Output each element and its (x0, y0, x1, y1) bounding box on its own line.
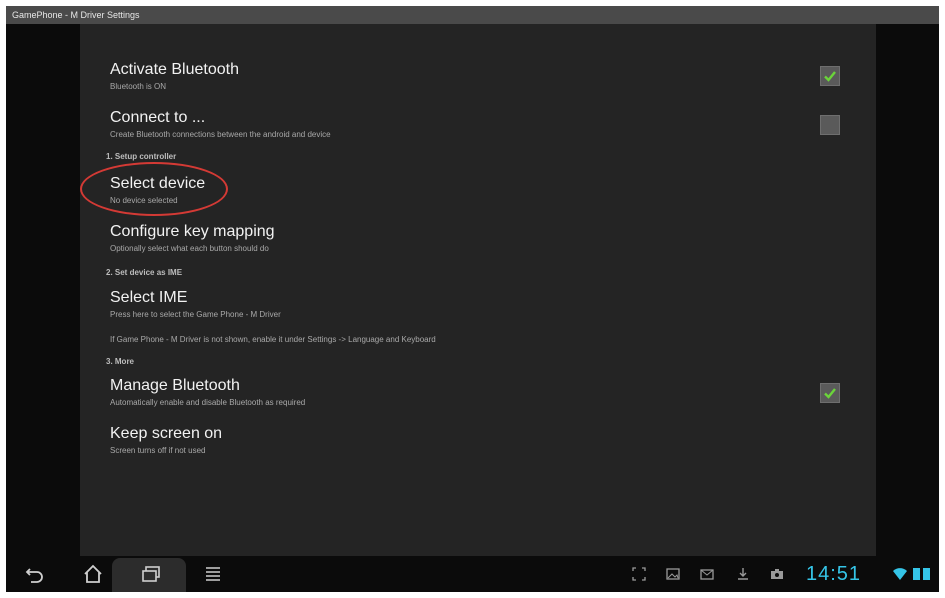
connect-to-checkbox[interactable] (820, 115, 840, 135)
menu-icon (206, 567, 220, 581)
camera-icon[interactable] (770, 567, 784, 581)
section-header-more: 3. More (106, 357, 135, 366)
manage-bluetooth-summary: Automatically enable and disable Bluetoo… (110, 398, 306, 407)
connect-to-title: Connect to ... (110, 109, 206, 126)
configure-key-mapping-summary: Optionally select what each button shoul… (110, 244, 269, 253)
select-ime-item[interactable]: Select IME Press here to select the Game… (110, 288, 810, 320)
activate-bluetooth-item[interactable]: Activate Bluetooth Bluetooth is ON (110, 60, 810, 92)
gallery-icon[interactable] (666, 567, 680, 581)
screenshot-icon[interactable] (632, 567, 646, 581)
ime-note: If Game Phone - M Driver is not shown, e… (110, 335, 436, 344)
activate-bluetooth-summary: Bluetooth is ON (110, 82, 167, 91)
activate-bluetooth-title: Activate Bluetooth (110, 61, 239, 78)
connect-to-item[interactable]: Connect to ... Create Bluetooth connecti… (110, 108, 810, 140)
back-icon (25, 568, 43, 583)
home-icon (84, 564, 102, 583)
section-header-ime: 2. Set device as IME (106, 268, 183, 277)
checkmark-icon (824, 388, 836, 399)
configure-key-mapping-item[interactable]: Configure key mapping Optionally select … (110, 222, 810, 254)
configure-key-mapping-title: Configure key mapping (110, 223, 275, 240)
email-icon[interactable] (700, 567, 714, 581)
red-highlight-circle (80, 162, 228, 216)
device-screen: GamePhone - M Driver Settings Activate B… (6, 6, 939, 592)
section-header-setup: 1. Setup controller (106, 152, 177, 161)
select-ime-summary: Press here to select the Game Phone - M … (110, 310, 281, 319)
download-icon[interactable] (736, 567, 750, 581)
menu-button[interactable] (202, 563, 224, 585)
select-ime-title: Select IME (110, 289, 188, 306)
manage-bluetooth-checkbox[interactable] (820, 383, 840, 403)
window-title: GamePhone - M Driver Settings (6, 6, 939, 24)
checkmark-icon (824, 71, 836, 82)
battery-icon[interactable] (912, 566, 934, 582)
manage-bluetooth-item[interactable]: Manage Bluetooth Automatically enable an… (110, 376, 810, 408)
connect-to-summary: Create Bluetooth connections between the… (110, 130, 331, 139)
recent-apps-icon (142, 566, 160, 582)
recent-apps-button[interactable] (140, 563, 162, 585)
home-button[interactable] (82, 563, 104, 585)
settings-panel: Activate Bluetooth Bluetooth is ON Conne… (80, 24, 876, 556)
status-clock[interactable]: 14:51 (806, 563, 861, 586)
activate-bluetooth-checkbox[interactable] (820, 66, 840, 86)
wifi-icon[interactable] (892, 566, 908, 582)
keep-screen-on-item[interactable]: Keep screen on Screen turns off if not u… (110, 424, 810, 456)
manage-bluetooth-title: Manage Bluetooth (110, 377, 240, 394)
system-navigation-bar: 14:51 (6, 556, 939, 592)
back-button[interactable] (24, 563, 46, 585)
keep-screen-on-title: Keep screen on (110, 425, 223, 442)
keep-screen-on-summary: Screen turns off if not used (110, 446, 206, 455)
